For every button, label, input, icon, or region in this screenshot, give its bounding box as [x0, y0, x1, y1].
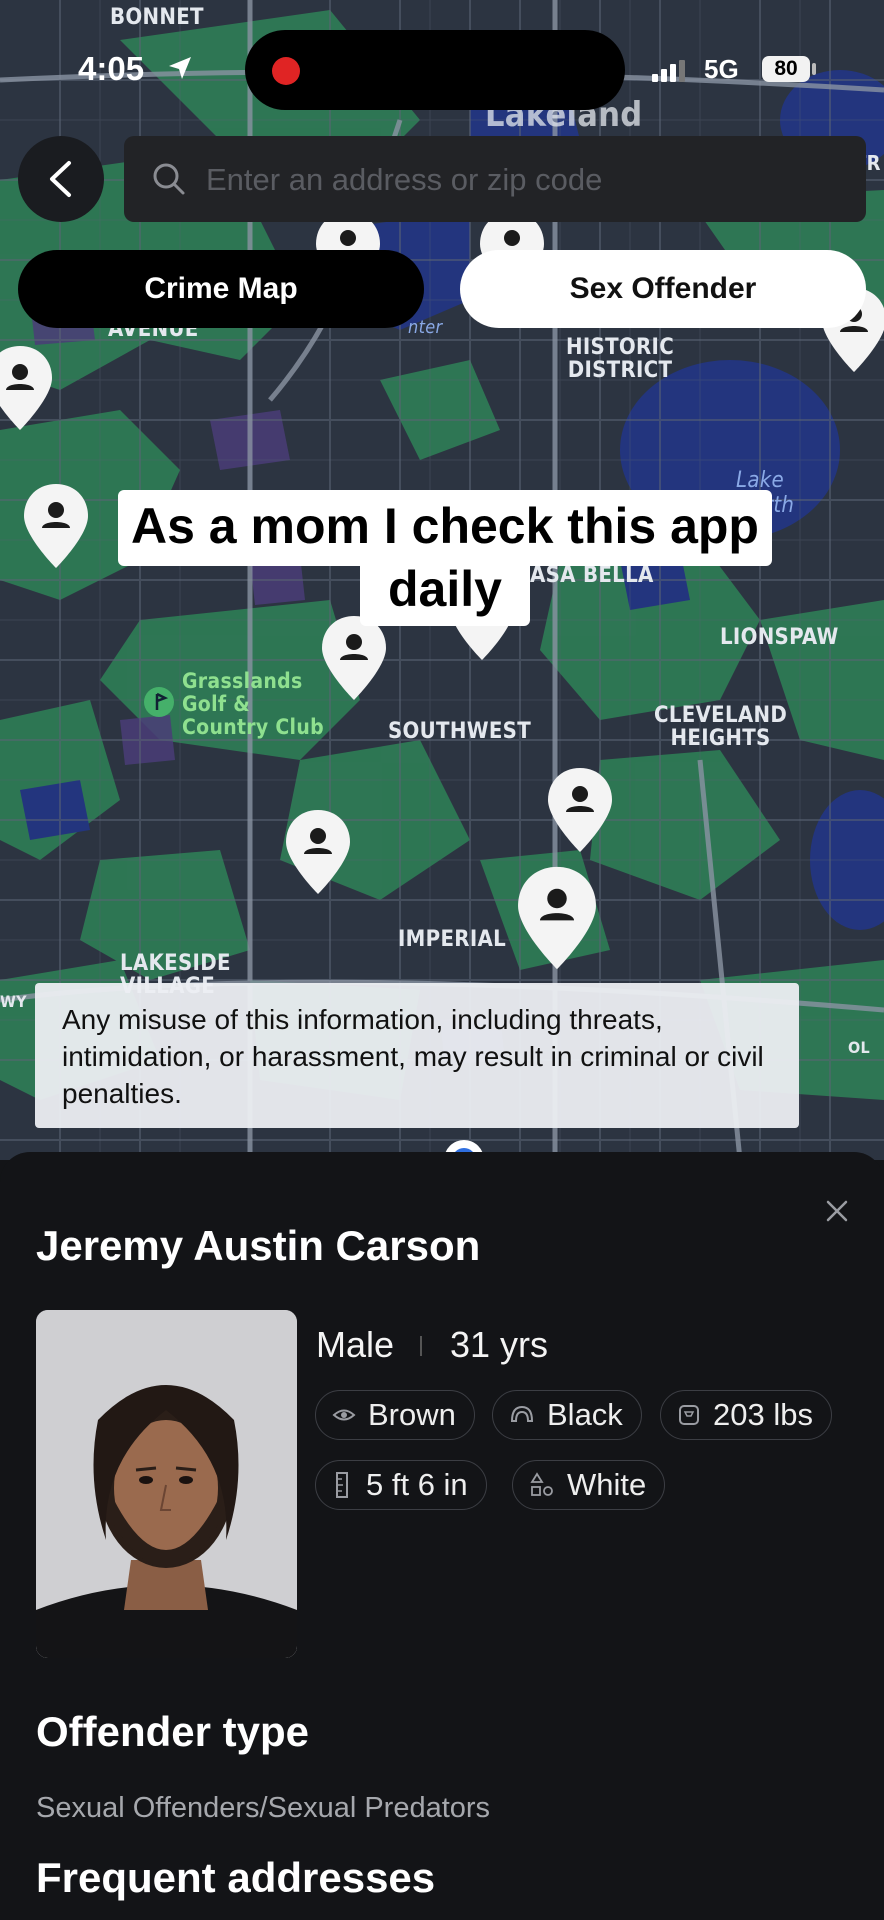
shapes-icon: [530, 1472, 553, 1496]
height-chip: 5 ft 6 in: [315, 1460, 487, 1510]
offender-detail-sheet: Jeremy Austin Carson Male 31 yrs Brown B…: [0, 1152, 884, 1920]
height: 5 ft 6 in: [366, 1467, 468, 1502]
map-pin-icon[interactable]: [544, 764, 616, 856]
map-label-hunter: nter: [408, 317, 443, 338]
search-icon: [153, 163, 185, 195]
map-label-grasslands: Grasslands Golf & Country Club: [182, 669, 324, 739]
offender-type-value: Sexual Offenders/Sexual Predators: [36, 1792, 491, 1824]
hair-color: Black: [547, 1397, 623, 1432]
battery-level: 80: [762, 56, 810, 82]
eye-color: Brown: [368, 1397, 456, 1432]
ruler-icon: [336, 1472, 348, 1498]
map-pin-icon[interactable]: [282, 806, 354, 898]
status-time: 4:05: [78, 50, 145, 87]
chevron-left-icon: [50, 161, 71, 197]
frequent-addresses-title: Frequent addresses: [36, 1854, 436, 1901]
caption-line-2: daily: [360, 556, 530, 626]
hair-icon: [510, 1405, 534, 1422]
scale-icon: [679, 1405, 699, 1425]
sex-offender-tab[interactable]: Sex Offender: [460, 250, 866, 328]
map-label-lionspaw: LIONSPAW: [720, 625, 839, 650]
map-label-wy: WY: [0, 992, 27, 1011]
caption-line-1: As a mom I check this app: [118, 490, 772, 566]
map-label-casa-bella: ASA BELLA: [530, 563, 654, 588]
map-label-ol: OL: [848, 1038, 871, 1057]
offender-age: 31 yrs: [450, 1324, 549, 1365]
offender-gender: Male: [316, 1324, 395, 1365]
weight: 203 lbs: [713, 1397, 813, 1432]
race-chip: White: [512, 1460, 666, 1510]
offender-photo: [36, 1310, 297, 1658]
recording-indicator: [272, 57, 300, 85]
offender-type-title: Offender type: [36, 1708, 310, 1755]
search-input[interactable]: [204, 150, 848, 210]
eye-icon: [332, 1409, 356, 1421]
map-label-cleveland-heights: CLEVELAND HEIGHTS: [654, 703, 788, 751]
battery-cap: [812, 63, 816, 75]
golf-icon: [144, 687, 174, 717]
map-label-southwest: SOUTHWEST: [388, 719, 532, 744]
close-icon[interactable]: [824, 1198, 850, 1224]
back-button[interactable]: [18, 136, 104, 222]
dynamic-island: [245, 30, 625, 110]
eye-color-chip: Brown: [315, 1390, 475, 1440]
signal-icon: [652, 60, 685, 82]
map-pin-icon[interactable]: [512, 862, 602, 974]
map-pin-icon[interactable]: [20, 480, 92, 572]
status-bar: 4:05 5G 80: [0, 0, 884, 120]
network-type: 5G: [704, 54, 739, 84]
map-label-historic-district: HISTORIC DISTRICT: [566, 335, 675, 383]
map-pin-icon[interactable]: [0, 342, 56, 434]
map-label-imperial: IMPERIAL: [398, 927, 507, 952]
weight-chip: 203 lbs: [660, 1390, 832, 1440]
race: White: [567, 1467, 647, 1502]
crime-map-tab[interactable]: Crime Map: [18, 250, 424, 328]
divider: [420, 1336, 422, 1356]
offender-name: Jeremy Austin Carson: [36, 1222, 481, 1269]
address-search-bar[interactable]: [124, 136, 866, 222]
hair-color-chip: Black: [492, 1390, 642, 1440]
misuse-disclaimer: Any misuse of this information, includin…: [35, 983, 799, 1128]
location-arrow-icon: [169, 57, 191, 79]
